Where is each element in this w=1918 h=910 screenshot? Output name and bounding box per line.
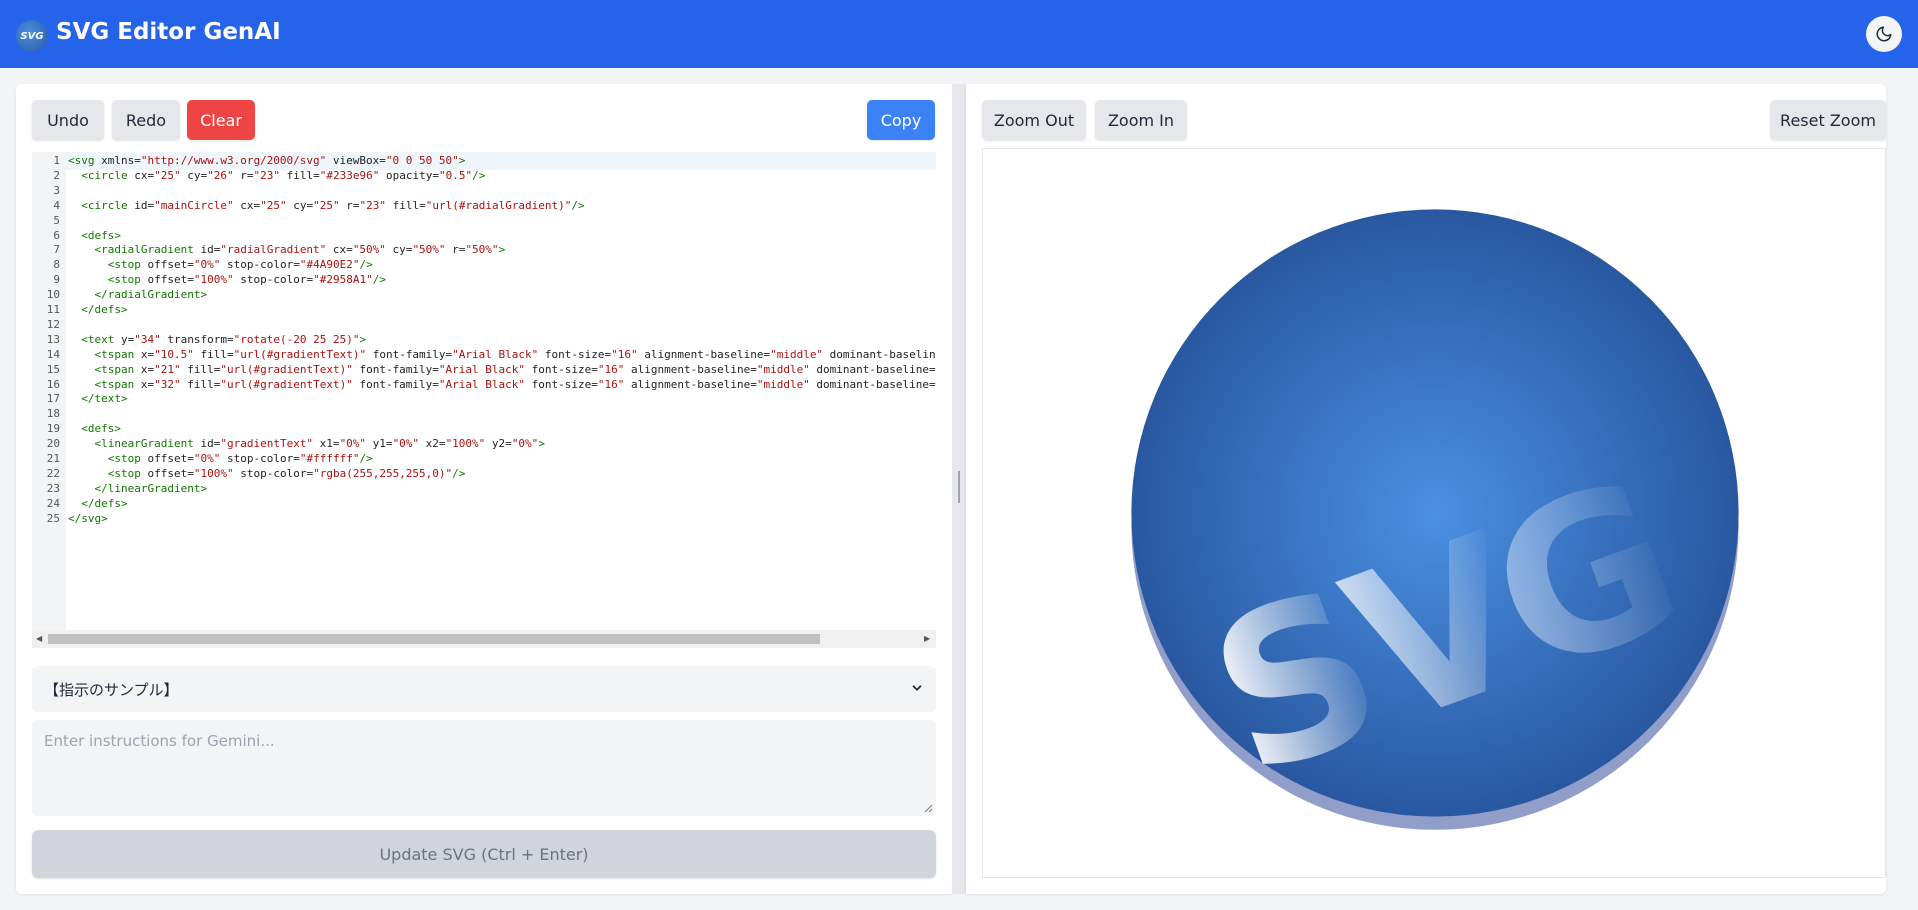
app-header: SVG SVG Editor GenAI	[0, 0, 1918, 68]
line-number: 7	[53, 243, 60, 257]
line-number: 10	[46, 288, 60, 302]
update-svg-button[interactable]: Update SVG (Ctrl + Enter)	[32, 830, 936, 878]
instruction-sample-value: 【指示のサンプル】	[44, 680, 179, 699]
line-number: 22	[46, 466, 60, 480]
code-line[interactable]: <defs>	[68, 422, 121, 435]
line-number: 6	[53, 228, 60, 242]
line-number: 8	[53, 258, 60, 272]
resize-grip-icon[interactable]	[923, 803, 933, 813]
line-number: 3	[53, 183, 60, 197]
code-line[interactable]: <tspan x="32" fill="url(#gradientText)" …	[68, 378, 937, 391]
line-number: 4	[53, 198, 60, 212]
line-number: 18	[46, 407, 60, 421]
instructions-input[interactable]	[32, 720, 936, 816]
code-line[interactable]: </linearGradient>	[68, 482, 208, 495]
line-number: 5	[53, 213, 60, 227]
code-line[interactable]: <tspan x="10.5" fill="url(#gradientText)…	[68, 348, 937, 361]
moon-icon	[1876, 26, 1892, 42]
code-line[interactable]: <stop offset="0%" stop-color="#ffffff"/>	[68, 452, 373, 465]
line-number: 23	[46, 481, 60, 495]
code-line[interactable]: <circle id="mainCircle" cx="25" cy="25" …	[68, 199, 584, 212]
code-line[interactable]: </text>	[68, 392, 127, 405]
preview-panel: Zoom Out Zoom In Reset Zoom S V G	[966, 84, 1886, 894]
instruction-sample-select[interactable]: 【指示のサンプル】	[32, 666, 936, 712]
horizontal-scrollbar[interactable]: ◀ ▶	[32, 630, 936, 648]
code-line[interactable]: <linearGradient id="gradientText" x1="0%…	[68, 437, 545, 450]
line-number: 21	[46, 452, 60, 465]
panel-resizer[interactable]	[952, 84, 966, 894]
zoom-out-button[interactable]: Zoom Out	[982, 100, 1086, 140]
copy-button[interactable]: Copy	[867, 100, 935, 140]
line-number: 14	[46, 347, 60, 361]
line-number: 2	[53, 168, 60, 182]
line-number: 17	[46, 392, 60, 406]
line-number: 11	[46, 303, 60, 316]
code-editor[interactable]: 1 2 3 4 5 6 7 8 9 10 11 12 13 14 15 16 17 18 19 20 21 22 23 24 2…	[32, 152, 936, 648]
app-title: SVG Editor GenAI	[56, 19, 281, 45]
app-logo-text: SVG	[20, 30, 44, 42]
code-line[interactable]: <tspan x="21" fill="url(#gradientText)" …	[68, 363, 937, 376]
zoom-in-button[interactable]: Zoom In	[1095, 100, 1187, 140]
code-line[interactable]: </defs>	[68, 303, 127, 316]
code-line[interactable]: <circle cx="25" cy="26" r="23" fill="#23…	[68, 169, 485, 182]
line-number: 12	[46, 317, 60, 331]
code-line[interactable]: <radialGradient id="radialGradient" cx="…	[68, 243, 506, 256]
code-line[interactable]: </radialGradient>	[68, 288, 208, 301]
line-number: 24	[46, 496, 60, 510]
resizer-handle[interactable]	[958, 471, 960, 503]
theme-toggle-button[interactable]	[1866, 16, 1902, 52]
code-line[interactable]: <stop offset="100%" stop-color="rgba(255…	[68, 467, 466, 480]
line-number: 16	[46, 377, 60, 391]
scroll-right-icon[interactable]: ▶	[924, 634, 930, 643]
chevron-down-icon	[912, 685, 922, 691]
scrollbar-thumb[interactable]	[48, 634, 820, 644]
line-number: 15	[46, 362, 60, 376]
undo-button[interactable]: Undo	[32, 100, 104, 140]
line-number: 20	[46, 437, 60, 451]
app-logo: SVG	[16, 20, 48, 52]
svg-preview-image: S V G	[1131, 209, 1739, 830]
line-number: 13	[46, 332, 60, 346]
line-number: 1	[53, 154, 60, 167]
line-number-gutter: 1 2 3 4 5 6 7 8 9 10 11 12 13 14 15 16 17 18 19 20 21 22 23 24 2…	[32, 152, 66, 630]
code-line[interactable]: <stop offset="0%" stop-color="#4A90E2"/>	[68, 258, 373, 271]
clear-button[interactable]: Clear	[187, 100, 255, 140]
code-line[interactable]: <defs>	[68, 229, 121, 242]
code-line[interactable]: </svg>	[68, 512, 108, 525]
editor-panel: Undo Redo Clear Copy 1 2 3 4 5 6 7 8 9 10 11 12 13 14…	[16, 84, 952, 894]
code-line[interactable]: <text y="34" transform="rotate(-20 25 25…	[68, 333, 366, 346]
reset-zoom-button[interactable]: Reset Zoom	[1770, 100, 1886, 140]
code-line[interactable]: </defs>	[68, 497, 127, 510]
line-number: 9	[53, 273, 60, 287]
redo-button[interactable]: Redo	[112, 100, 180, 140]
svg-preview-canvas: S V G	[982, 148, 1886, 878]
line-number: 25	[46, 511, 60, 525]
code-line[interactable]: <svg xmlns="http://www.w3.org/2000/svg" …	[68, 154, 465, 167]
line-number: 19	[46, 422, 60, 436]
code-line[interactable]: <stop offset="100%" stop-color="#2958A1"…	[68, 273, 386, 286]
scroll-left-icon[interactable]: ◀	[36, 634, 42, 643]
